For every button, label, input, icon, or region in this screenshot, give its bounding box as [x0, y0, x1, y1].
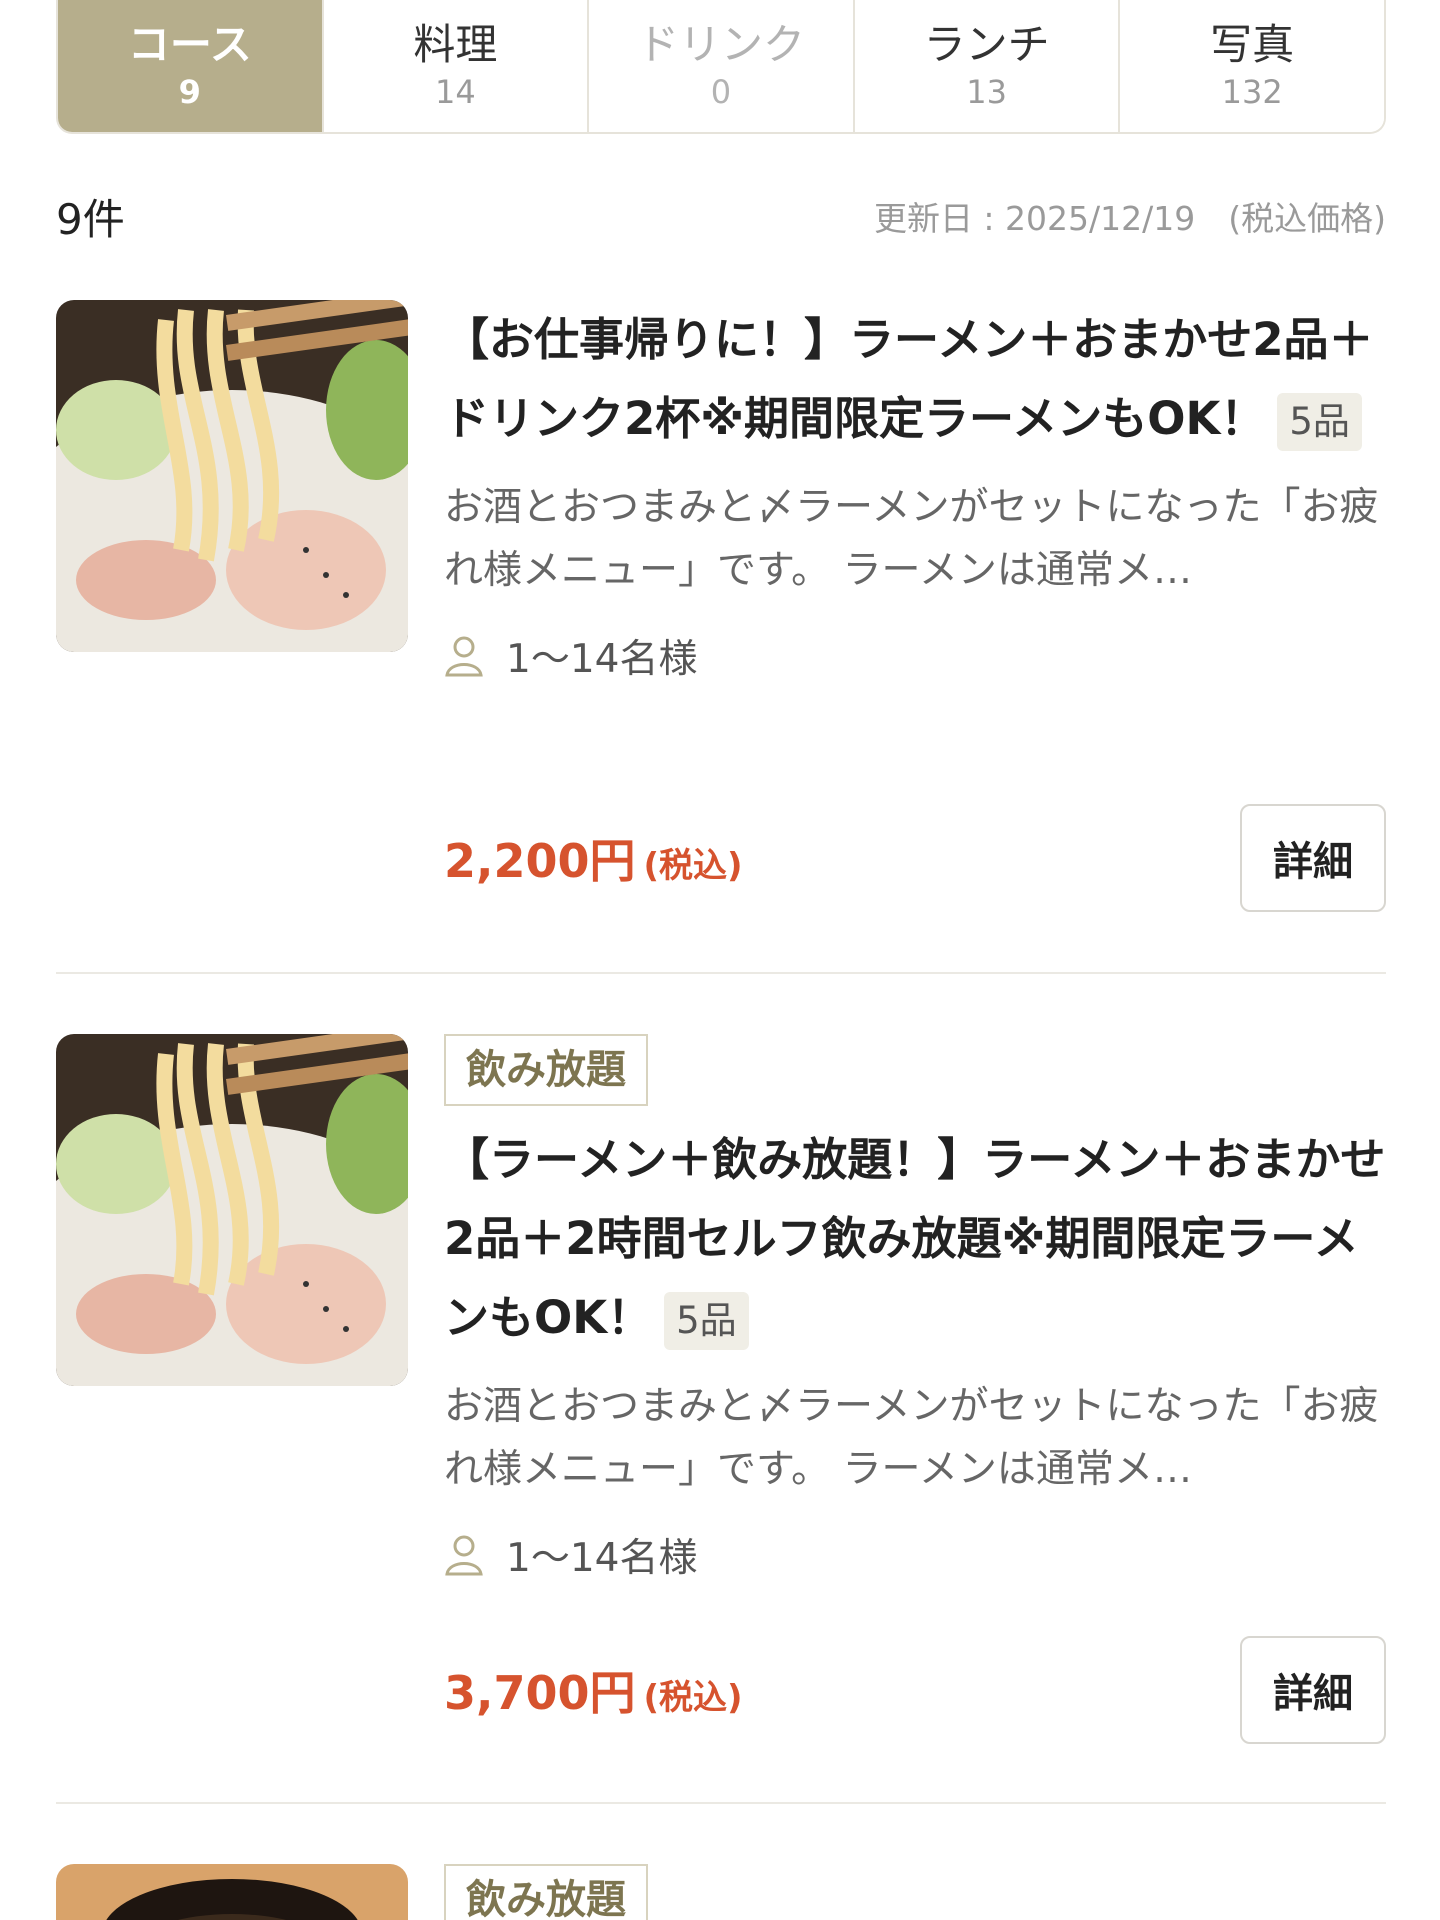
tab-label: ランチ: [923, 20, 1050, 69]
ramen-photo-icon: [56, 1034, 408, 1386]
divider: [56, 972, 1386, 974]
items-badge: 5品: [1277, 393, 1362, 451]
course-title-text: 【ラーメン＋飲み放題！】ラーメン＋おまかせ2品＋2時間セルフ飲み放題※期間限定ラ…: [444, 1133, 1386, 1344]
tab-food[interactable]: 料理 14: [321, 0, 588, 132]
person-icon: [445, 636, 483, 677]
tab-label: 料理: [413, 20, 498, 69]
updated-date: 更新日 : 2025/12/19 (税込価格): [873, 199, 1386, 238]
all-you-can-drink-tag: 飲み放題: [444, 1864, 648, 1920]
tab-count: 13: [966, 73, 1007, 111]
tab-count: 132: [1221, 73, 1283, 111]
people-count: 1〜14名様: [506, 1536, 698, 1581]
items-badge: 5品: [664, 1292, 749, 1350]
course-price: 2,200円 (税込): [444, 825, 743, 891]
course-title-text: 【お仕事帰りに！】ラーメン＋おまかせ2品＋ドリンク2杯※期間限定ラーメンもOK！: [444, 313, 1374, 445]
course-title[interactable]: 【お仕事帰りに！】ラーメン＋おまかせ2品＋ドリンク2杯※期間限定ラーメンもOK！…: [444, 300, 1386, 458]
tab-label: コース: [127, 20, 252, 69]
tab-count: 0: [710, 73, 732, 111]
tax-label: (税込): [643, 846, 743, 886]
result-count: 9件: [56, 195, 125, 244]
category-tabs: コース 9 料理 14 ドリンク 0 ランチ 13 写真 132: [56, 0, 1386, 134]
course-description: お酒とおつまみと〆ラーメンがセットになった「お疲れ様メニュー」です。 ラーメンは…: [444, 485, 1379, 593]
tab-course[interactable]: コース 9: [58, 0, 322, 132]
people-row: 1〜14名様: [444, 628, 1386, 684]
tab-count: 14: [435, 73, 476, 111]
course-card: 【お仕事帰りに！】ラーメン＋おまかせ2品＋ドリンク2杯※期間限定ラーメンもOK！…: [56, 300, 1386, 920]
people-count: 1〜14名様: [506, 637, 698, 682]
price-value: 2,200円: [444, 834, 636, 888]
course-thumbnail[interactable]: [56, 1864, 408, 1920]
divider: [56, 1802, 1386, 1804]
price-value: 3,700円: [444, 1666, 636, 1720]
tab-photo[interactable]: 写真 132: [1118, 0, 1384, 132]
person-icon: [445, 1535, 483, 1576]
price-row: 3,700円 (税込) 詳細: [444, 1636, 1386, 1744]
detail-button[interactable]: 詳細: [1240, 804, 1386, 912]
detail-button[interactable]: 詳細: [1240, 1636, 1386, 1744]
tab-label: ドリンク: [636, 20, 805, 69]
course-thumbnail[interactable]: [56, 1034, 408, 1386]
course-card: 飲み放題: [56, 1864, 1386, 1920]
tab-lunch[interactable]: ランチ 13: [852, 0, 1119, 132]
tax-label: (税込): [643, 1678, 743, 1718]
course-thumbnail[interactable]: [56, 300, 408, 652]
price-row: 2,200円 (税込) 詳細: [444, 804, 1386, 912]
ramen-photo-icon: [56, 300, 408, 652]
course-description: お酒とおつまみと〆ラーメンがセットになった「お疲れ様メニュー」です。 ラーメンは…: [444, 1384, 1379, 1492]
tab-drink: ドリンク 0: [587, 0, 853, 132]
people-row: 1〜14名様: [444, 1527, 1386, 1583]
course-card: 飲み放題 【ラーメン＋飲み放題！】ラーメン＋おまかせ2品＋2時間セルフ飲み放題※…: [56, 1034, 1386, 1754]
food-photo-icon: [56, 1864, 408, 1920]
tab-count: 9: [178, 73, 201, 111]
course-title[interactable]: 【ラーメン＋飲み放題！】ラーメン＋おまかせ2品＋2時間セルフ飲み放題※期間限定ラ…: [444, 1120, 1386, 1357]
tab-label: 写真: [1210, 20, 1295, 69]
all-you-can-drink-tag: 飲み放題: [444, 1034, 648, 1106]
course-price: 3,700円 (税込): [444, 1657, 743, 1723]
